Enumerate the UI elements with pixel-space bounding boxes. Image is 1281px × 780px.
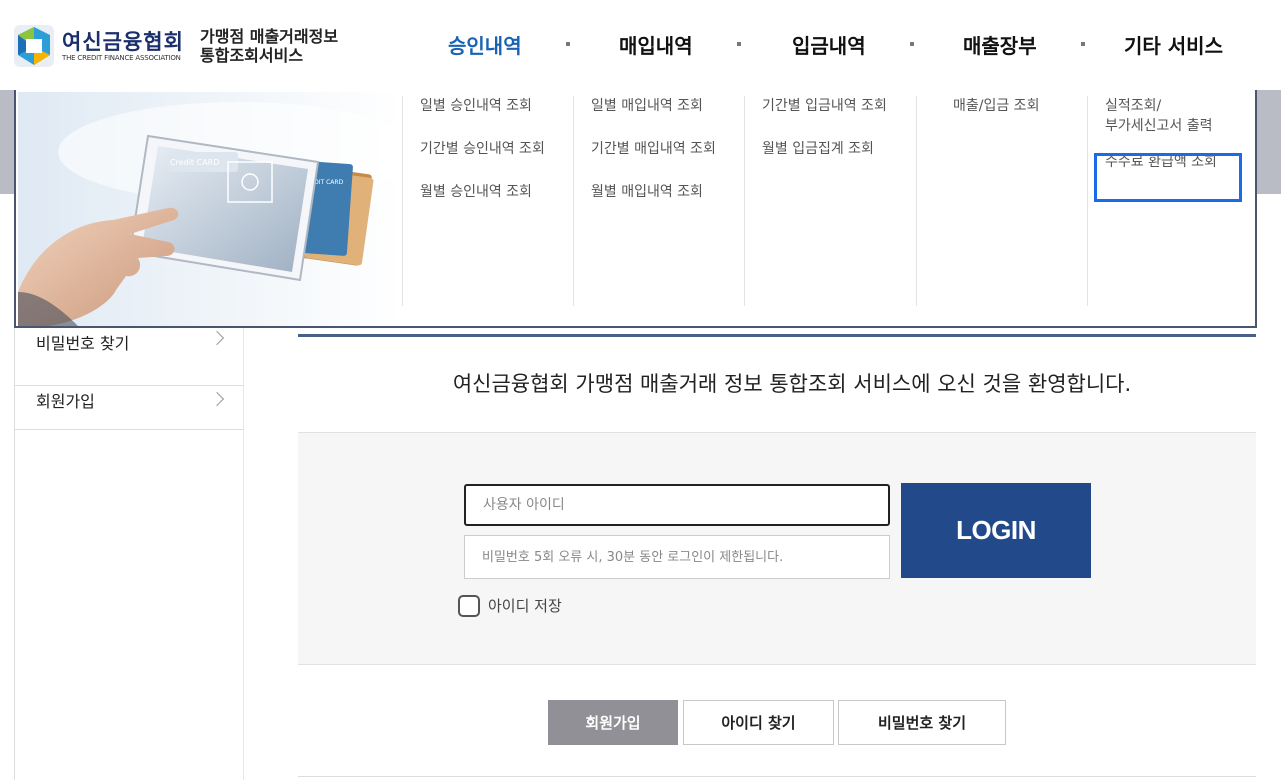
menu-sales-deposit[interactable]: 매출/입금 조회 [953, 96, 1039, 116]
find-password-button[interactable]: 비밀번호 찾기 [838, 700, 1006, 745]
chevron-right-icon [209, 330, 225, 346]
sidebar-item-label: 회원가입 [36, 392, 95, 411]
save-id-checkbox[interactable] [458, 595, 480, 617]
user-id-input[interactable] [464, 484, 890, 526]
service-title: 가맹점 매출거래정보 통합조회서비스 [200, 27, 338, 65]
nav-separator-dot [737, 42, 741, 46]
logo-text[interactable]: 여신금융협회 THE CREDIT FINANCE ASSOCIATION [62, 30, 184, 62]
gnb-etc-service[interactable]: 기타 서비스 [1124, 30, 1223, 59]
menu-daily-approval[interactable]: 일별 승인내역 조회 [420, 96, 545, 116]
menu-col-approval: 일별 승인내역 조회 기간별 승인내역 조회 월별 승인내역 조회 [402, 96, 545, 306]
login-box: LOGIN 아이디 저장 [298, 432, 1256, 665]
fee-refund-highlight-box [1094, 153, 1242, 202]
site-header: 여신금융협회 THE CREDIT FINANCE ASSOCIATION 가맹… [0, 0, 1281, 90]
password-input[interactable] [464, 535, 890, 579]
credit-finance-logo-icon[interactable] [14, 25, 54, 67]
gnb-deposit[interactable]: 입금내역 [792, 30, 866, 59]
gnb-ledger[interactable]: 매출장부 [963, 30, 1037, 59]
global-nav: 승인내역 매입내역 입금내역 매출장부 기타 서비스 [420, 30, 1260, 60]
menu-daily-purchase[interactable]: 일별 매입내역 조회 [591, 96, 716, 116]
welcome-message: 여신금융협회 가맹점 매출거래 정보 통합조회 서비스에 오신 것을 환영합니다… [452, 372, 1132, 396]
menu-monthly-deposit-sum[interactable]: 월별 입금집계 조회 [762, 139, 887, 159]
menu-col-deposit: 기간별 입금내역 조회 월별 입금집계 조회 [744, 96, 887, 306]
tablet-illustration: CREDIT CARD Credit CARD [18, 92, 403, 326]
logo-korean: 여신금융협회 [62, 30, 184, 54]
menu-performance-line1[interactable]: 실적조회/ [1105, 96, 1217, 116]
menu-period-approval[interactable]: 기간별 승인내역 조회 [420, 139, 545, 159]
nav-separator-dot [910, 42, 914, 46]
login-button[interactable]: LOGIN [901, 483, 1091, 578]
menu-monthly-purchase[interactable]: 월별 매입내역 조회 [591, 182, 716, 202]
sidebar-item-label: 비밀번호 찾기 [36, 334, 130, 353]
menu-col-purchase: 일별 매입내역 조회 기간별 매입내역 조회 월별 매입내역 조회 [573, 96, 716, 306]
logo-english: THE CREDIT FINANCE ASSOCIATION [62, 54, 181, 62]
chevron-right-icon [209, 391, 225, 407]
menu-col-ledger: 매출/입금 조회 [916, 96, 1039, 306]
menu-period-deposit[interactable]: 기간별 입금내역 조회 [762, 96, 887, 116]
menu-vat-report[interactable]: 부가세신고서 출력 [1105, 116, 1217, 136]
content-top-line [298, 334, 1256, 337]
find-id-button[interactable]: 아이디 찾기 [683, 700, 834, 745]
mega-menu-dropdown: CREDIT CARD Credit CARD 일별 승인내역 조회 기간별 승… [14, 90, 1257, 328]
gnb-approval[interactable]: 승인내역 [448, 30, 522, 59]
gnb-purchase[interactable]: 매입내역 [619, 30, 693, 59]
service-title-line1: 가맹점 매출거래정보 [200, 27, 339, 46]
content-bottom-line [298, 776, 1256, 777]
sidebar-item-join[interactable]: 회원가입 [15, 372, 244, 430]
menu-period-purchase[interactable]: 기간별 매입내역 조회 [591, 139, 716, 159]
nav-separator-dot [1081, 42, 1085, 46]
left-sidebar: 비밀번호 찾기 회원가입 [14, 328, 244, 780]
service-title-line2: 통합조회서비스 [200, 46, 304, 65]
save-id-label[interactable]: 아이디 저장 [488, 595, 562, 616]
menu-monthly-approval[interactable]: 월별 승인내역 조회 [420, 182, 545, 202]
join-button[interactable]: 회원가입 [548, 700, 678, 745]
svg-text:Credit CARD: Credit CARD [170, 158, 219, 167]
nav-separator-dot [566, 42, 570, 46]
